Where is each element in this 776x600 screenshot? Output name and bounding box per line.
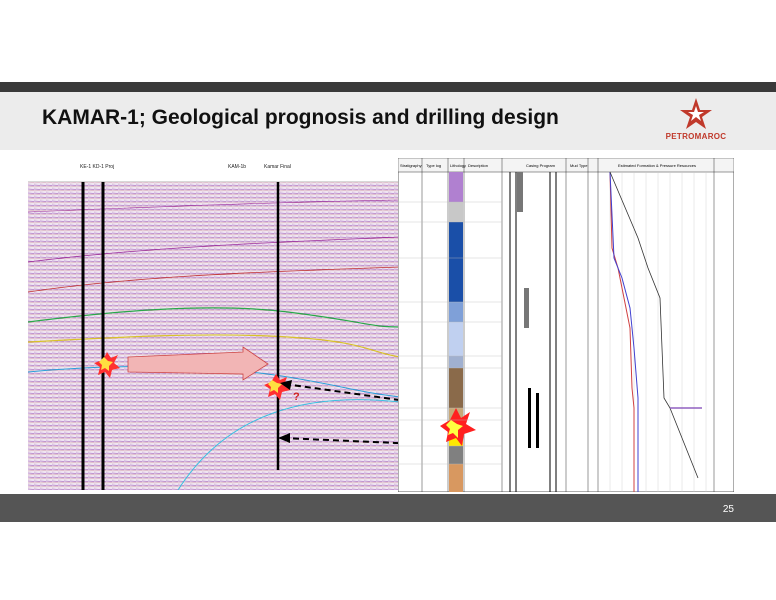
well-label-kamar-final: Kamar Final [264,164,291,170]
header-lithology: Lithology [450,163,466,168]
header-type-log: Type log [426,163,441,168]
logo-star-icon [680,98,712,129]
well-log-panel: Stratigraphy Type log Lithology Descript… [398,158,734,492]
top-dark-bar [0,82,776,92]
header-casing-program: Casing Program [526,163,556,168]
bottom-footer-bar [0,494,776,522]
well-label-kam1b: KAM-1b [228,164,246,170]
header-stratigraphy: Stratigraphy [400,163,422,168]
slide-title: KAMAR-1; Geological prognosis and drilli… [42,106,559,129]
well-label-ke1: KE-1 KD-1 Proj [80,164,114,170]
header-description: Description [468,163,488,168]
header-formation-pressure: Estimated Formation & Pressure Resources [618,163,696,168]
company-logo: PETROMAROC [660,96,732,148]
page-number: 25 [722,504,734,515]
question-mark: ? [293,391,300,403]
seismic-section-image: ? KE-1 KD-1 Proj KAM-1b Kamar Final [28,152,400,490]
header-mud-type: Mud Type [570,163,588,168]
logo-text: PETROMAROC [665,132,727,141]
